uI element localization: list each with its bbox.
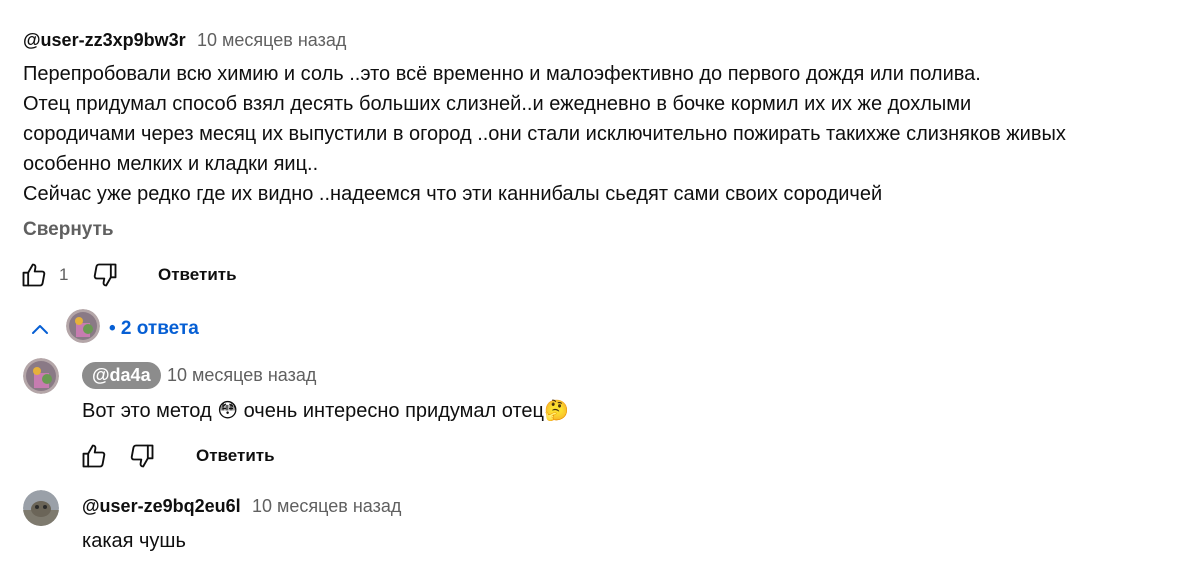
emoji-thinking-icon: 🤔 [543,400,569,422]
dislike-icon[interactable] [91,261,119,289]
comment-text: Перепробовали всю химию и соль ..это всё… [23,59,1173,209]
like-icon[interactable] [80,442,108,470]
chevron-up-icon[interactable] [28,318,52,342]
dislike-icon[interactable] [128,442,156,470]
avatar[interactable] [23,490,59,526]
comment-line: особенно мелких и кладки яиц.. [23,153,319,175]
reply-text: какая чушь [82,530,186,552]
replies-toggle[interactable]: • 2 ответа [109,318,199,340]
collapse-button[interactable]: Свернуть [23,219,114,241]
comment-line: Отец придумал способ взял десять больших… [23,93,972,115]
like-icon[interactable] [20,261,48,289]
avatar [66,309,100,343]
reply-author[interactable]: @user-ze9bq2eu6l [82,496,241,517]
reply-button[interactable]: Ответить [196,446,275,466]
reply-button[interactable]: Ответить [158,265,237,285]
reply-text: Вот это метод 😳 очень интересно придумал… [82,396,569,426]
avatar[interactable] [23,358,59,394]
reply-text-part: очень интересно придумал отец [243,400,544,422]
like-count: 1 [59,265,69,284]
reply-timestamp[interactable]: 10 месяцев назад [167,365,316,386]
reply-text-part: Вот это метод [82,400,212,422]
reply-timestamp[interactable]: 10 месяцев назад [252,496,401,517]
reply-author-chip[interactable]: @da4a [82,362,161,389]
comment-line: Сейчас уже редко где их видно ..надеемся… [23,183,883,205]
comment-timestamp[interactable]: 10 месяцев назад [197,30,346,51]
comment-author[interactable]: @user-zz3xp9bw3r [23,30,186,51]
comment-line: сородичами через месяц их выпустили в ог… [23,123,1066,145]
comment-line: Перепробовали всю химию и соль ..это всё… [23,63,981,85]
emoji-flushed-icon: 😳 [217,400,239,422]
